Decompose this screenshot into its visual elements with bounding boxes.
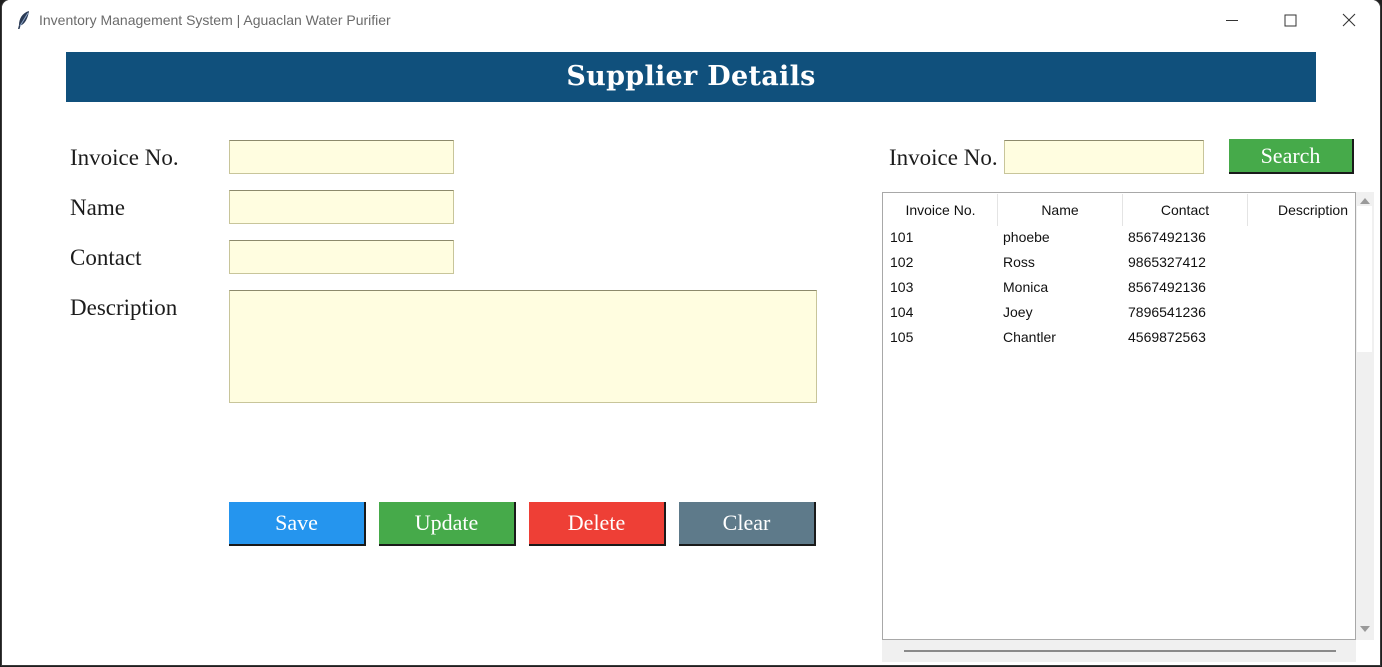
close-button[interactable] (1337, 8, 1361, 32)
app-window: Inventory Management System | Aguaclan W… (2, 0, 1380, 665)
save-button[interactable]: Save (229, 502, 366, 546)
table-header: Invoice No. Name Contact Description (884, 194, 1354, 226)
cell-contact: 4569872563 (1128, 329, 1206, 345)
column-header-contact[interactable]: Contact (1123, 194, 1248, 226)
invoice-label: Invoice No. (70, 145, 179, 170)
minimize-icon (1226, 20, 1238, 21)
horizontal-scrollbar[interactable] (882, 640, 1356, 662)
maximize-icon (1284, 14, 1297, 27)
column-header-description[interactable]: Description (1248, 194, 1354, 226)
name-label: Name (70, 195, 125, 220)
close-icon (1342, 13, 1356, 27)
cell-name: Joey (1003, 304, 1033, 320)
search-invoice-label: Invoice No. (889, 145, 998, 170)
supplier-table[interactable]: Invoice No. Name Contact Description 101… (882, 192, 1356, 640)
page-title: Supplier Details (566, 61, 816, 92)
cell-name: Ross (1003, 254, 1035, 270)
cell-contact: 8567492136 (1128, 279, 1206, 295)
cell-invoice: 101 (890, 229, 914, 245)
contact-field[interactable] (229, 240, 454, 274)
window-title: Inventory Management System | Aguaclan W… (39, 12, 391, 28)
table-row[interactable]: 102 Ross 9865327412 (884, 250, 1354, 275)
cell-name: Monica (1003, 279, 1049, 295)
title-bar[interactable]: Inventory Management System | Aguaclan W… (2, 0, 1380, 40)
horizontal-scroll-thumb[interactable] (904, 650, 1336, 652)
clear-button[interactable]: Clear (679, 502, 816, 546)
cell-invoice: 104 (890, 304, 914, 320)
column-header-name[interactable]: Name (998, 194, 1123, 226)
update-button[interactable]: Update (379, 502, 516, 546)
vertical-scrollbar[interactable] (1356, 192, 1374, 640)
minimize-button[interactable] (1220, 8, 1244, 32)
cell-invoice: 103 (890, 279, 914, 295)
scroll-up-icon[interactable] (1360, 198, 1370, 204)
name-field[interactable] (229, 190, 454, 224)
description-field[interactable] (229, 290, 817, 403)
table-row[interactable]: 101 phoebe 8567492136 (884, 225, 1354, 250)
search-button[interactable]: Search (1229, 139, 1354, 174)
cell-invoice: 105 (890, 329, 914, 345)
description-label: Description (70, 295, 178, 320)
cell-name: phoebe (1003, 229, 1050, 245)
vertical-scroll-thumb[interactable] (1357, 206, 1372, 352)
cell-contact: 7896541236 (1128, 304, 1206, 320)
cell-invoice: 102 (890, 254, 914, 270)
search-input[interactable] (1004, 140, 1204, 174)
invoice-field[interactable] (229, 140, 454, 174)
table-row[interactable]: 103 Monica 8567492136 (884, 275, 1354, 300)
scroll-down-icon[interactable] (1360, 626, 1370, 632)
contact-label: Contact (70, 245, 142, 270)
column-header-invoice[interactable]: Invoice No. (884, 194, 998, 226)
delete-button[interactable]: Delete (529, 502, 666, 546)
feather-icon (16, 10, 32, 30)
maximize-button[interactable] (1278, 8, 1302, 32)
table-row[interactable]: 105 Chantler 4569872563 (884, 325, 1354, 350)
cell-name: Chantler (1003, 329, 1056, 345)
page-header: Supplier Details (66, 52, 1316, 102)
cell-contact: 9865327412 (1128, 254, 1206, 270)
cell-contact: 8567492136 (1128, 229, 1206, 245)
table-row[interactable]: 104 Joey 7896541236 (884, 300, 1354, 325)
